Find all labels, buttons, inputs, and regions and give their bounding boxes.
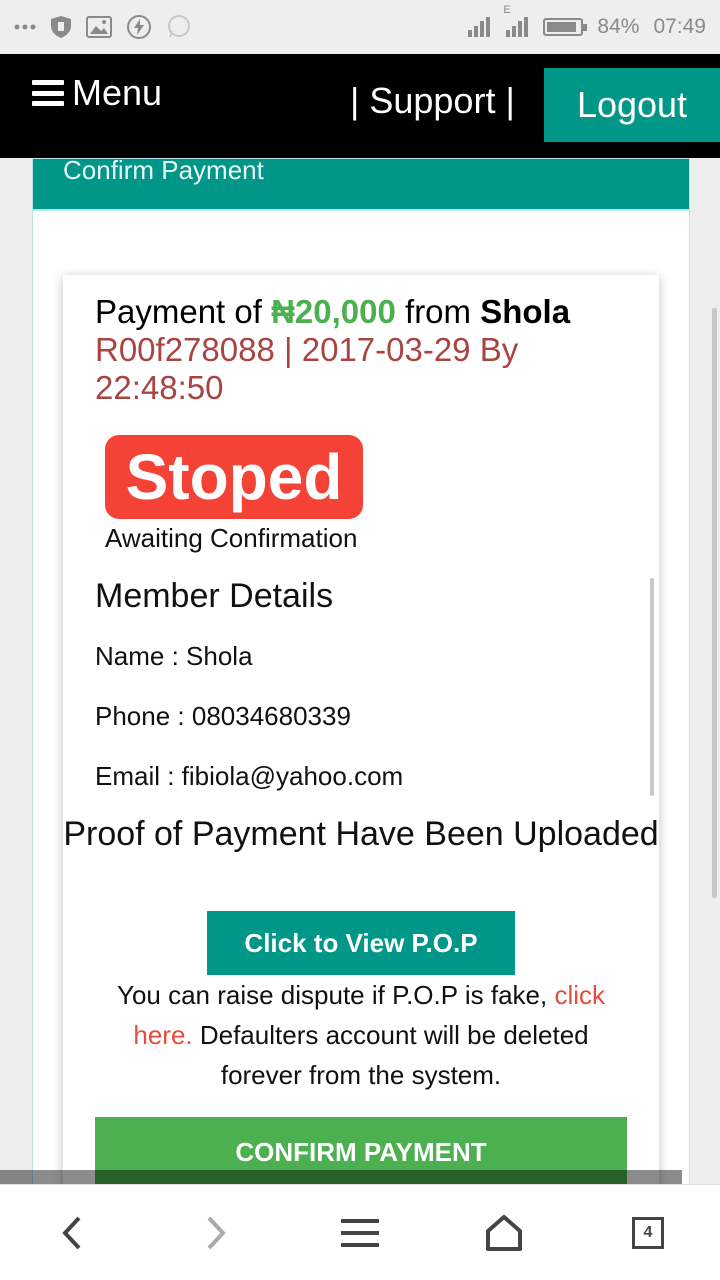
view-pop-button[interactable]: Click to View P.O.P [207, 911, 515, 975]
status-bar: E 84% 07:49 [0, 0, 720, 54]
payment-amount: ₦20,000 [271, 293, 396, 330]
panel-header: Confirm Payment [33, 158, 689, 211]
more-dots-icon [14, 24, 36, 30]
clock: 07:49 [653, 15, 706, 38]
battery-percent: 84% [597, 15, 640, 38]
page-content[interactable]: Confirm Payment Payment of ₦20,000 from … [0, 158, 720, 1184]
dispute-text-post: Defaulters account will be deleted forev… [192, 1020, 589, 1090]
pop-title: Proof of Payment Have Been Uploaded [63, 815, 659, 853]
flash-icon [126, 14, 152, 40]
confirm-payment-panel: Confirm Payment Payment of ₦20,000 from … [32, 158, 690, 1184]
member-email: Email : fibiola@yahoo.com [95, 761, 404, 791]
image-icon [86, 16, 112, 38]
hamburger-icon [32, 80, 64, 106]
forward-icon [207, 1216, 226, 1250]
signal-icon [467, 16, 491, 38]
battery-icon [543, 18, 588, 36]
payment-from: from [395, 293, 481, 330]
home-icon [486, 1215, 522, 1251]
payment-reference: R00f278088 | 2017-03-29 By 22:48:50 [95, 331, 519, 406]
shield-icon [50, 15, 72, 39]
signal-e-icon: E [503, 4, 529, 38]
whatsapp-icon [166, 14, 192, 40]
top-nav: Menu | Support | Logout [0, 54, 720, 158]
tabs-button[interactable]: 4 [622, 1207, 674, 1259]
tab-count: 4 [643, 1224, 653, 1241]
payment-summary: Payment of ₦20,000 from Shola [95, 293, 570, 331]
member-name: Name : Shola [95, 641, 253, 671]
payer-name: Shola [480, 293, 571, 330]
payment-prefix: Payment of [95, 293, 272, 330]
network-type-label: E [503, 4, 511, 16]
card-scrollbar[interactable] [650, 578, 654, 796]
page-scrollbar[interactable] [712, 308, 717, 898]
forward-button[interactable] [190, 1207, 242, 1259]
dispute-text-pre: You can raise dispute if P.O.P is fake, [116, 980, 555, 1010]
dispute-notice: You can raise dispute if P.O.P is fake, … [93, 975, 629, 1095]
logout-button[interactable]: Logout [544, 68, 720, 142]
menu-label: Menu [72, 72, 163, 113]
status-subtitle: Awaiting Confirmation [105, 523, 358, 553]
browser-menu-button[interactable] [334, 1207, 386, 1259]
status-badge: Stoped [105, 435, 363, 519]
menu-icon [341, 1219, 379, 1247]
back-icon [62, 1216, 81, 1250]
home-button[interactable] [478, 1207, 530, 1259]
payment-card: Payment of ₦20,000 from Shola R00f278088… [63, 275, 659, 1184]
back-button[interactable] [46, 1207, 98, 1259]
tabs-icon: 4 [632, 1217, 664, 1249]
member-details-title: Member Details [95, 577, 334, 615]
member-phone: Phone : 08034680339 [95, 701, 351, 731]
bottom-shadow [0, 1170, 682, 1184]
browser-toolbar: 4 [0, 1184, 720, 1280]
support-link[interactable]: | Support | [350, 80, 515, 122]
menu-button[interactable]: Menu [32, 72, 162, 114]
